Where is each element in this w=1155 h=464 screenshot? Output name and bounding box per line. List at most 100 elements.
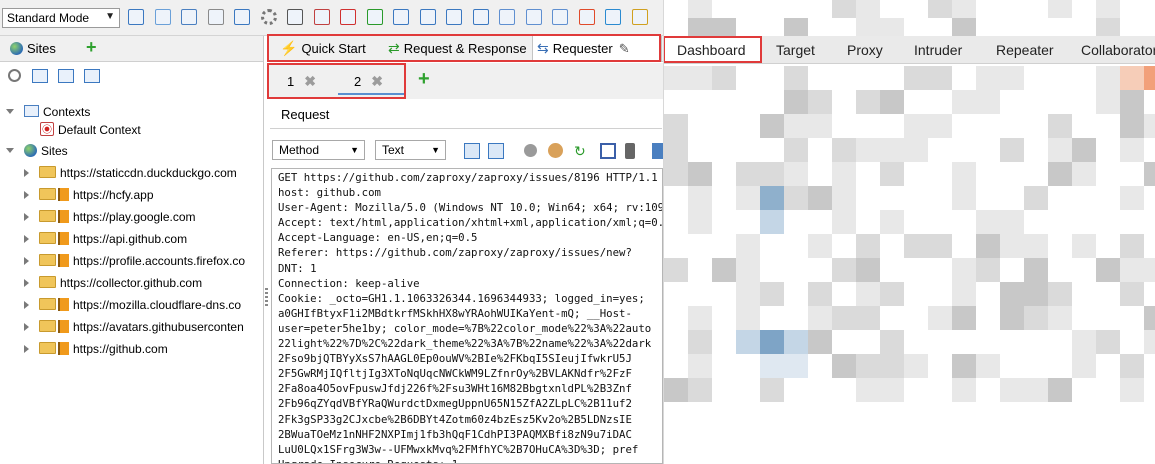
panel-icon-1[interactable] xyxy=(499,9,515,25)
site-node[interactable]: https://play.google.com xyxy=(24,207,196,227)
split-vertical-icon[interactable] xyxy=(488,143,504,159)
request-editor[interactable]: GET https://github.com/zaproxy/zaproxy/i… xyxy=(271,168,663,464)
delete-alerts-icon[interactable] xyxy=(340,9,356,25)
expand-icon[interactable] xyxy=(24,235,29,243)
blur-cell xyxy=(784,282,808,306)
site-node[interactable]: https://profile.accounts.firefox.co xyxy=(24,251,245,271)
blur-cell xyxy=(808,354,832,378)
target-scope-icon[interactable] xyxy=(8,69,21,82)
tab-dashboard[interactable]: Dashboard xyxy=(677,36,746,64)
cookie-icon[interactable] xyxy=(548,143,563,158)
layout-horizontal-icon[interactable] xyxy=(419,9,436,25)
frame-icon[interactable] xyxy=(600,143,616,159)
blur-cell xyxy=(928,90,952,114)
blur-cell xyxy=(760,114,784,138)
blur-cell xyxy=(1072,90,1096,114)
site-node[interactable]: https://avatars.githubuserconten xyxy=(24,317,244,337)
blur-cell xyxy=(832,330,856,354)
expand-icon[interactable] xyxy=(24,345,29,353)
request-panel-tab[interactable]: Request xyxy=(270,103,662,129)
save-session-icon[interactable] xyxy=(181,9,197,25)
site-node[interactable]: https://github.com xyxy=(24,339,168,359)
tab-repeater[interactable]: Repeater xyxy=(996,36,1054,64)
method-select[interactable]: Method ▼ xyxy=(272,140,365,160)
blur-cell xyxy=(808,90,832,114)
subtab-2[interactable]: 2 ✖ xyxy=(338,67,404,95)
tree-contexts[interactable]: Contexts xyxy=(6,102,90,122)
add-request-button[interactable]: + xyxy=(418,68,430,91)
add-tab-button[interactable]: + xyxy=(86,37,97,58)
tab-intruder[interactable]: Intruder xyxy=(914,36,962,64)
import-context-icon[interactable] xyxy=(58,69,74,83)
tab-proxy[interactable]: Proxy xyxy=(847,36,883,64)
request-text[interactable]: GET https://github.com/zaproxy/zaproxy/i… xyxy=(272,169,662,463)
blur-cell xyxy=(832,186,856,210)
session-properties-icon[interactable] xyxy=(234,9,250,25)
addons-puzzle-icon[interactable] xyxy=(578,9,595,25)
tab-collaborator[interactable]: Collaborator xyxy=(1081,36,1155,64)
expand-icon[interactable] xyxy=(24,213,29,221)
expand-icon[interactable] xyxy=(24,169,29,177)
panel-icon-2[interactable] xyxy=(525,9,542,25)
expand-icon[interactable] xyxy=(24,257,29,265)
blur-cell xyxy=(928,330,952,354)
site-node[interactable]: https://hcfy.app xyxy=(24,185,154,205)
expand-icon[interactable] xyxy=(6,148,14,153)
proxy-icon[interactable] xyxy=(605,9,621,25)
refresh-icon[interactable]: ↻ xyxy=(574,143,590,159)
expand-icon[interactable] xyxy=(24,323,29,331)
site-node[interactable]: https://api.github.com xyxy=(24,229,187,249)
blur-cell xyxy=(688,90,712,114)
layout-tab-icon[interactable] xyxy=(472,9,489,25)
layout-vertical-icon[interactable] xyxy=(446,9,462,25)
blur-cell xyxy=(1096,282,1120,306)
new-session-icon[interactable] xyxy=(128,9,144,25)
expand-icon[interactable] xyxy=(6,109,14,114)
blur-cell xyxy=(1072,18,1096,36)
blur-cell xyxy=(784,162,808,186)
flag-icon xyxy=(58,188,69,201)
blur-cell xyxy=(1024,138,1048,162)
panel-icon-3[interactable] xyxy=(552,9,568,25)
blur-cell xyxy=(712,354,736,378)
close-icon[interactable]: ✖ xyxy=(371,73,383,89)
record-icon[interactable] xyxy=(524,144,537,157)
split-horizontal-icon[interactable] xyxy=(464,143,480,159)
snapshot-icon[interactable] xyxy=(207,9,224,25)
blur-cell xyxy=(688,330,712,354)
expand-icon[interactable] xyxy=(24,279,29,287)
tab-sites[interactable]: Sites xyxy=(4,38,62,60)
hint-bulb-icon[interactable] xyxy=(631,9,648,25)
site-node[interactable]: https://staticcdn.duckduckgo.com xyxy=(24,163,237,183)
mode-select[interactable]: Standard Mode ▼ xyxy=(2,8,120,28)
options-gear-icon[interactable] xyxy=(260,9,277,25)
blur-cell xyxy=(1024,18,1048,36)
phone-icon[interactable] xyxy=(625,143,635,159)
close-icon[interactable]: ✖ xyxy=(304,73,316,89)
subtab-1[interactable]: 1 ✖ xyxy=(287,67,316,95)
tab-target[interactable]: Target xyxy=(776,36,815,64)
expand-icon[interactable] xyxy=(24,301,29,309)
blur-cell xyxy=(1000,66,1024,90)
blur-cell xyxy=(688,162,712,186)
expand-icon[interactable] xyxy=(24,191,29,199)
blur-cell xyxy=(904,90,928,114)
site-node[interactable]: https://mozilla.cloudflare-dns.co xyxy=(24,295,241,315)
blur-cell xyxy=(808,18,832,36)
tree-default-context[interactable]: Default Context xyxy=(40,120,141,140)
tree-sites[interactable]: Sites xyxy=(6,141,68,161)
show-tabs-icon[interactable] xyxy=(287,9,303,25)
scan-policy-icon[interactable] xyxy=(366,9,383,25)
request-line: 2Fk3gSP33g2CJxcbe%2B6DBYt4Zotm60z4bzEsz5… xyxy=(278,412,632,426)
blur-cell xyxy=(928,282,952,306)
manage-addons-icon[interactable] xyxy=(313,9,330,25)
blur-cell xyxy=(760,306,784,330)
layout-full-icon[interactable] xyxy=(393,9,409,25)
export-context-icon[interactable] xyxy=(84,69,100,83)
open-session-icon[interactable] xyxy=(154,9,171,25)
blur-cell xyxy=(904,0,928,18)
more-icon[interactable] xyxy=(652,143,663,159)
new-context-icon[interactable] xyxy=(32,69,48,83)
format-select[interactable]: Text ▼ xyxy=(375,140,446,160)
site-node[interactable]: https://collector.github.com xyxy=(24,273,202,293)
